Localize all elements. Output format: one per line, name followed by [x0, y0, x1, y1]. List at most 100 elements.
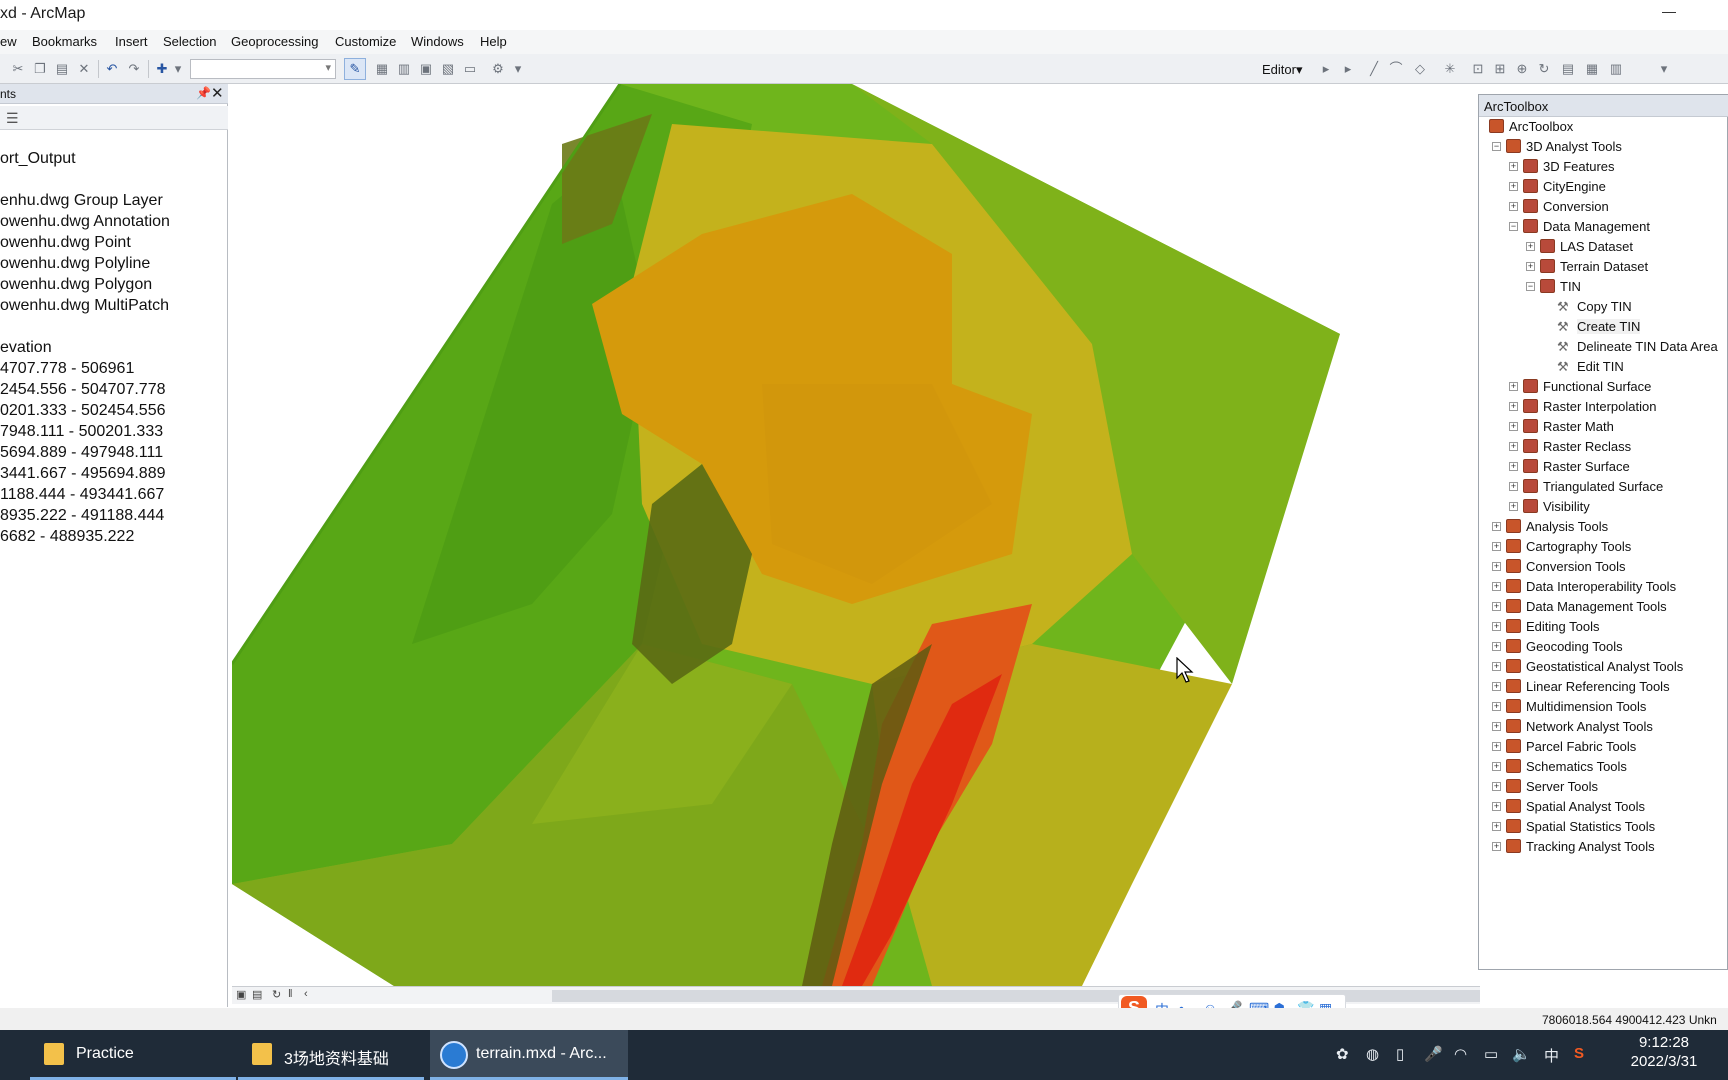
expand-icon[interactable]: + — [1526, 242, 1535, 251]
toolbox-item-terrain-dataset[interactable]: + Terrain Dataset — [1479, 257, 1728, 277]
toolbox-item-tin[interactable]: − TIN — [1479, 277, 1728, 297]
layer-multipatch[interactable]: owenhu.dwg MultiPatch — [0, 297, 169, 315]
toolbox-item-spatial-analyst-tools[interactable]: + Spatial Analyst Tools — [1479, 797, 1728, 817]
expand-icon[interactable]: + — [1492, 542, 1501, 551]
expand-icon[interactable]: + — [1492, 742, 1501, 751]
add-data-icon[interactable]: ✚ — [154, 61, 170, 77]
sketch-properties-icon[interactable]: ▦ — [1584, 61, 1600, 77]
expand-icon[interactable]: + — [1492, 602, 1501, 611]
collapse-icon[interactable]: − — [1509, 222, 1518, 231]
expand-icon[interactable]: + — [1492, 762, 1501, 771]
expand-icon[interactable]: + — [1509, 202, 1518, 211]
expand-icon[interactable]: + — [1509, 182, 1518, 191]
layer-group[interactable]: enhu.dwg Group Layer — [0, 192, 163, 210]
add-data-dropdown-icon[interactable]: ▾ — [170, 61, 186, 77]
edit-vertices-icon[interactable]: ⊡ — [1470, 61, 1486, 77]
tray-sogou-icon[interactable]: S — [1574, 1045, 1584, 1062]
copy-icon[interactable]: ❐ — [32, 61, 48, 77]
toolbox-item-editing-tools[interactable]: + Editing Tools — [1479, 617, 1728, 637]
end-point-arc-icon[interactable]: ⌒ — [1388, 61, 1404, 77]
menu-view[interactable]: ew — [0, 34, 17, 49]
toolbox-item-edit-tin[interactable]: ⚒ Edit TIN — [1479, 357, 1728, 377]
close-icon[interactable]: ✕ — [211, 84, 224, 102]
toolbox-item-functional-surface[interactable]: + Functional Surface — [1479, 377, 1728, 397]
menu-insert[interactable]: Insert — [115, 34, 148, 49]
toolbox-item-las-dataset[interactable]: + LAS Dataset — [1479, 237, 1728, 257]
toolbox-item-3d-analyst-tools[interactable]: − 3D Analyst Tools — [1479, 137, 1728, 157]
toolbox-item-delineate-tin-data-area[interactable]: ⚒ Delineate TIN Data Area — [1479, 337, 1728, 357]
expand-icon[interactable]: + — [1492, 722, 1501, 731]
toolbox-item-data-management-tools[interactable]: + Data Management Tools — [1479, 597, 1728, 617]
tray-flower-icon[interactable]: ✿ — [1336, 1045, 1349, 1063]
menu-customize[interactable]: Customize — [335, 34, 396, 49]
straight-segment-icon[interactable]: ╱ — [1366, 61, 1382, 77]
map-view[interactable] — [232, 84, 1480, 986]
toolbox-item-copy-tin[interactable]: ⚒ Copy TIN — [1479, 297, 1728, 317]
paste-icon[interactable]: ▤ — [54, 61, 70, 77]
menu-selection[interactable]: Selection — [163, 34, 216, 49]
catalog-window-icon[interactable]: ▥ — [396, 61, 412, 77]
toolbox-window-icon[interactable]: ▧ — [440, 61, 456, 77]
collapse-icon[interactable]: − — [1526, 282, 1535, 291]
toolbox-item-create-tin[interactable]: ⚒ Create TIN — [1479, 317, 1728, 337]
layer-polyline[interactable]: owenhu.dwg Polyline — [0, 255, 150, 273]
toolbox-item-arctoolbox[interactable]: ArcToolbox — [1479, 117, 1728, 137]
expand-icon[interactable]: + — [1492, 682, 1501, 691]
taskbar-clock[interactable]: 9:12:28 2022/3/31 — [1610, 1034, 1718, 1070]
taskbar-arcmap[interactable]: terrain.mxd - Arc... — [430, 1030, 628, 1080]
expand-icon[interactable]: + — [1492, 702, 1501, 711]
cut-icon[interactable]: ✂ — [10, 61, 26, 77]
toolbox-item-network-analyst-tools[interactable]: + Network Analyst Tools — [1479, 717, 1728, 737]
construction-tools-icon[interactable]: ◇ — [1412, 61, 1428, 77]
toolbox-item-geocoding-tools[interactable]: + Geocoding Tools — [1479, 637, 1728, 657]
toolbox-item-spatial-statistics-tools[interactable]: + Spatial Statistics Tools — [1479, 817, 1728, 837]
toolbox-item-triangulated-surface[interactable]: + Triangulated Surface — [1479, 477, 1728, 497]
toolbox-item-cartography-tools[interactable]: + Cartography Tools — [1479, 537, 1728, 557]
map-scale-combo[interactable]: ▾ — [190, 59, 336, 79]
model-builder-icon[interactable]: ⚙ — [490, 61, 506, 77]
toolbox-item-geostatistical-analyst-tools[interactable]: + Geostatistical Analyst Tools — [1479, 657, 1728, 677]
pause-drawing-icon[interactable]: ‖ — [288, 988, 293, 1000]
layer-annotation[interactable]: owenhu.dwg Annotation — [0, 213, 170, 231]
python-window-icon[interactable]: ▭ — [462, 61, 478, 77]
toolbox-item-data-interoperability-tools[interactable]: + Data Interoperability Tools — [1479, 577, 1728, 597]
toc-window-icon[interactable]: ▦ — [374, 61, 390, 77]
layout-view-icon[interactable]: ▤ — [252, 988, 262, 1001]
toolbar-overflow-icon[interactable]: ▾ — [510, 61, 526, 77]
expand-icon[interactable]: + — [1509, 442, 1518, 451]
split-tool-icon[interactable]: ✳ — [1442, 61, 1458, 77]
expand-icon[interactable]: + — [1509, 422, 1518, 431]
attributes-icon[interactable]: ▤ — [1560, 61, 1576, 77]
tray-ime-icon[interactable]: 中 — [1544, 1045, 1559, 1066]
menu-bookmarks[interactable]: Bookmarks — [32, 34, 97, 49]
expand-icon[interactable]: + — [1492, 642, 1501, 651]
expand-icon[interactable]: + — [1509, 382, 1518, 391]
editor-overflow-icon[interactable]: ▾ — [1656, 61, 1672, 77]
elevation-legend-title[interactable]: evation — [0, 339, 52, 357]
toolbox-item-conversion[interactable]: + Conversion — [1479, 197, 1728, 217]
expand-icon[interactable]: + — [1509, 502, 1518, 511]
pin-icon[interactable]: 📌 — [196, 86, 211, 100]
expand-icon[interactable]: + — [1492, 522, 1501, 531]
tray-battery-icon[interactable]: ▭ — [1484, 1045, 1498, 1063]
editor-toolbar-icon[interactable]: ✎ — [347, 61, 363, 77]
expand-icon[interactable]: + — [1492, 622, 1501, 631]
search-window-icon[interactable]: ▣ — [418, 61, 434, 77]
data-view-icon[interactable]: ▣ — [236, 988, 246, 1001]
tray-globe-icon[interactable]: ◍ — [1366, 1045, 1379, 1063]
menu-help[interactable]: Help — [480, 34, 507, 49]
toolbox-item-visibility[interactable]: + Visibility — [1479, 497, 1728, 517]
toolbox-item-schematics-tools[interactable]: + Schematics Tools — [1479, 757, 1728, 777]
edit-tool-icon[interactable]: ▸ — [1318, 61, 1334, 77]
tray-wifi-icon[interactable]: ◠ — [1454, 1045, 1467, 1063]
toolbox-item-server-tools[interactable]: + Server Tools — [1479, 777, 1728, 797]
edit-annotation-icon[interactable]: ▸ — [1340, 61, 1356, 77]
toolbox-item-cityengine[interactable]: + CityEngine — [1479, 177, 1728, 197]
list-by-drawing-order-icon[interactable]: ☰ — [6, 110, 19, 127]
expand-icon[interactable]: + — [1526, 262, 1535, 271]
toolbox-item-raster-reclass[interactable]: + Raster Reclass — [1479, 437, 1728, 457]
expand-icon[interactable]: + — [1509, 482, 1518, 491]
expand-icon[interactable]: + — [1492, 802, 1501, 811]
delete-icon[interactable]: ✕ — [76, 61, 92, 77]
tray-volume-icon[interactable]: 🔈 — [1512, 1045, 1531, 1063]
